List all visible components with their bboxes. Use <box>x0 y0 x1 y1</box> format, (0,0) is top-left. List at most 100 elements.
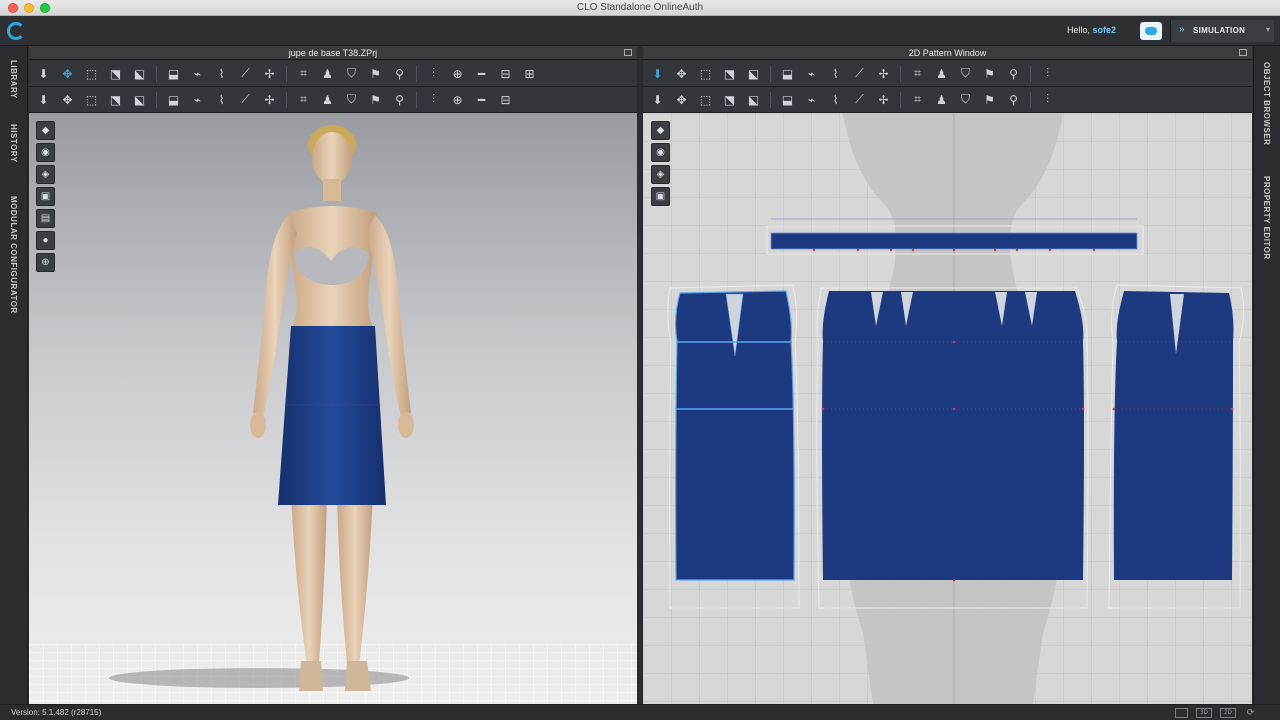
avatar-left-leg <box>291 493 327 665</box>
trace-icon[interactable]: ⬇ <box>647 90 668 110</box>
fabric-icon[interactable]: ⌁ <box>187 90 208 110</box>
tab-property-editor[interactable]: PROPERTY EDITOR <box>1262 176 1271 260</box>
grid-icon[interactable]: ⌇ <box>825 90 846 110</box>
garment-fit-icon[interactable]: ⛉ <box>341 64 362 84</box>
panel-2d-header: 2D Pattern Window <box>643 46 1252 60</box>
edit-curvature-icon[interactable]: ⌇ <box>211 64 232 84</box>
transform-pattern-2d-icon[interactable]: ✥ <box>671 64 692 84</box>
elastic-icon[interactable]: ⚲ <box>1003 90 1024 110</box>
freeform-icon[interactable]: ⬚ <box>695 90 716 110</box>
tape-icon[interactable]: ⬔ <box>105 90 126 110</box>
refresh-icon[interactable]: ⟳ <box>1245 708 1256 718</box>
gradient-icon[interactable]: ⊕ <box>447 90 468 110</box>
annotation-icon[interactable]: ⚑ <box>979 90 1000 110</box>
tab-library[interactable]: LIBRARY <box>9 60 18 99</box>
measure-2d-icon[interactable]: ✢ <box>873 90 894 110</box>
fold-icon[interactable]: ⊟ <box>495 64 516 84</box>
line-icon[interactable]: ♟ <box>317 90 338 110</box>
polygon-icon[interactable]: ⟋ <box>849 64 870 84</box>
single-view-icon[interactable] <box>1175 708 1188 718</box>
internal-polygon-icon[interactable]: ⬓ <box>163 64 184 84</box>
strap-icon[interactable]: ━ <box>471 64 492 84</box>
avatar-measure-icon[interactable]: ━ <box>471 90 492 110</box>
toolbar-2d-row1: ⬇ ✥ ⬚ ⬔ ⬕ ⬓ ⌁ ⌇ ⟋ ✢ ⌗ ♟ ⛉ ⚑ ⚲ ⫶ <box>643 61 1252 87</box>
curve-length-icon[interactable]: ⛉ <box>955 90 976 110</box>
fold-3d-icon[interactable]: ⬚ <box>81 90 102 110</box>
username[interactable]: sofe2 <box>1092 25 1116 35</box>
measure-icon[interactable]: ⊞ <box>519 64 540 84</box>
pinning-icon[interactable]: ⬓ <box>163 90 184 110</box>
clone-icon[interactable]: ⬔ <box>719 90 740 110</box>
add-point-icon[interactable]: ⬕ <box>743 64 764 84</box>
edit-point-icon[interactable]: ⬚ <box>695 64 716 84</box>
stitch-icon[interactable]: ⫶ <box>1037 90 1058 110</box>
left-side-tabs: LIBRARY HISTORY MODULAR CONFIGURATOR <box>0 46 28 704</box>
wave-icon[interactable]: ♟ <box>931 90 952 110</box>
select-icon[interactable]: ✥ <box>57 90 78 110</box>
dart-icon[interactable]: ✢ <box>873 64 894 84</box>
transform-mesh-icon[interactable]: ⬔ <box>105 64 126 84</box>
tab-modular-configurator[interactable]: MODULAR CONFIGURATOR <box>9 196 18 314</box>
gather-icon[interactable]: ✥ <box>671 90 692 110</box>
viewport-3d[interactable]: ◆ ◉ ◈ ▣ ▤ ● ⊕ <box>29 113 637 704</box>
sewing-icon[interactable]: ⚑ <box>979 64 1000 84</box>
viewport-2d[interactable]: ◆ ◉ ◈ ▣ <box>643 113 1252 704</box>
app-header: Hello, sofe2 » SIMULATION ▾ <box>0 16 1280 46</box>
pose-icon[interactable]: ⬇ <box>33 90 54 110</box>
trim-icon[interactable]: ✢ <box>259 90 280 110</box>
edit-curve-icon[interactable]: ⬔ <box>719 64 740 84</box>
greeting-text: Hello, <box>1066 25 1090 35</box>
edit-pattern-2d-icon[interactable]: ⬇ <box>647 64 668 84</box>
notch-icon[interactable]: ⌗ <box>907 64 928 84</box>
pin-icon[interactable]: ⚲ <box>389 64 410 84</box>
view-3d-button[interactable]: 3D <box>1196 708 1212 718</box>
iron-icon[interactable]: ⬕ <box>743 90 764 110</box>
text-icon[interactable]: ⫶ <box>1037 64 1058 84</box>
shirt-icon[interactable]: ⬓ <box>777 90 798 110</box>
edit-pattern-icon[interactable]: ⬕ <box>129 64 150 84</box>
segment-icon[interactable]: ⚲ <box>1003 64 1024 84</box>
segment-sewing-icon[interactable]: ⟋ <box>235 64 256 84</box>
select-mesh-icon[interactable]: ⬚ <box>81 64 102 84</box>
internal-shape-icon[interactable]: ⌁ <box>801 64 822 84</box>
seam-taping-icon[interactable]: ⚑ <box>365 90 386 110</box>
length-icon[interactable]: ⌗ <box>907 90 928 110</box>
cloud-sync-button[interactable] <box>1140 22 1162 40</box>
topstitch-icon[interactable]: ⟋ <box>235 90 256 110</box>
pattern-bulk-icon[interactable]: ⌁ <box>801 90 822 110</box>
avatar-figure <box>109 125 414 691</box>
toolbar-3d-row2: ⬇ ✥ ⬚ ⬔ ⬕ ⬓ ⌁ ⌇ ⟋ ✢ ⌗ ♟ ⛉ ⚑ ⚲ ⫶ ⊕ ━ ⊟ <box>29 87 637 113</box>
smart-pattern-icon[interactable]: ⬓ <box>777 64 798 84</box>
zipper-pull-icon[interactable]: ⛉ <box>341 90 362 110</box>
bonding-icon[interactable]: ⚲ <box>389 90 410 110</box>
toolbar-separator <box>1030 65 1031 82</box>
fold-2d-icon[interactable]: ♟ <box>931 64 952 84</box>
button-icon[interactable]: ⊕ <box>447 64 468 84</box>
rectangle-icon[interactable]: ⌇ <box>825 64 846 84</box>
simulation-mode-button[interactable]: » SIMULATION ▾ <box>1170 20 1274 42</box>
view-2d-button[interactable]: 2D <box>1220 708 1236 718</box>
tab-object-browser[interactable]: OBJECT BROWSER <box>1262 62 1271 145</box>
puckering-icon[interactable]: ⬕ <box>129 90 150 110</box>
transform-pattern-icon[interactable]: ✥ <box>57 64 78 84</box>
curve-point-icon[interactable]: ⌁ <box>187 64 208 84</box>
graphic-icon[interactable]: ⌗ <box>293 90 314 110</box>
dropdown-arrow-icon[interactable]: ▾ <box>1266 25 1270 34</box>
avatar-icon[interactable]: ♟ <box>317 64 338 84</box>
arrangement-point-icon[interactable]: ⚑ <box>365 64 386 84</box>
skived-icon[interactable]: ⫶ <box>423 90 444 110</box>
texture-icon[interactable]: ⌇ <box>211 90 232 110</box>
toolbar-separator <box>416 65 417 82</box>
avatar-head <box>312 132 352 184</box>
arrow-down-icon[interactable]: ⬇ <box>33 64 54 84</box>
check-icon[interactable]: ⟋ <box>849 90 870 110</box>
binding-icon[interactable]: ⛉ <box>955 64 976 84</box>
zipper-icon[interactable]: ⫶ <box>423 64 444 84</box>
popout-3d-icon[interactable] <box>624 49 632 56</box>
tack-icon[interactable]: ✢ <box>259 64 280 84</box>
toolbar-separator <box>770 91 771 108</box>
fold-arrangement-icon[interactable]: ⌗ <box>293 64 314 84</box>
shirring-icon[interactable]: ⊟ <box>495 90 516 110</box>
popout-2d-icon[interactable] <box>1239 49 1247 56</box>
tab-history[interactable]: HISTORY <box>9 124 18 163</box>
